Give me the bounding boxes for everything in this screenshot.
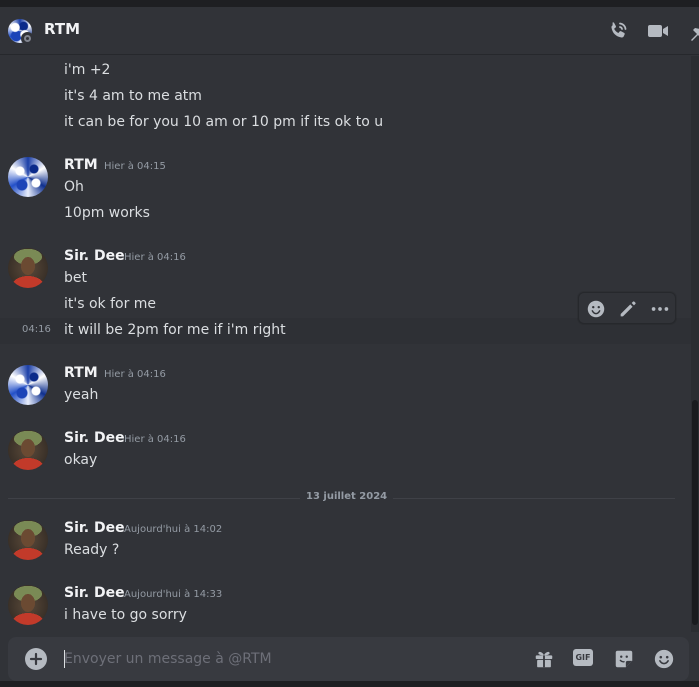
message-composer: GIF (8, 637, 689, 681)
video-icon[interactable] (646, 19, 670, 43)
phone-call-icon[interactable] (606, 19, 630, 43)
add-reaction-icon[interactable] (585, 298, 607, 320)
gif-icon[interactable]: GIF (573, 649, 593, 666)
message-text: okay (64, 452, 98, 468)
avatar[interactable] (8, 585, 48, 625)
message-timestamp: Hier à 04:16 (104, 369, 166, 380)
username[interactable]: RTM (64, 365, 98, 381)
username[interactable]: RTM (64, 157, 98, 173)
avatar[interactable] (8, 157, 48, 197)
username[interactable]: Sir. Dee (64, 520, 125, 536)
header-avatar[interactable] (8, 19, 34, 45)
edit-icon[interactable] (617, 298, 639, 320)
message-text: 10pm works (64, 205, 150, 221)
avatar[interactable] (8, 365, 48, 405)
message-timestamp: Hier à 04:16 (124, 434, 186, 445)
date-divider-label: 13 juillet 2024 (300, 491, 394, 502)
message-toolbar (578, 292, 676, 324)
scrollbar-thumb[interactable] (692, 400, 698, 625)
sticker-icon[interactable] (613, 648, 635, 670)
more-icon[interactable] (649, 298, 671, 320)
message-timestamp: Aujourd'hui à 14:33 (124, 589, 223, 600)
message-input[interactable] (64, 647, 504, 671)
message-text: Ready ? (64, 542, 120, 558)
channel-title[interactable]: RTM (44, 20, 80, 38)
emoji-icon[interactable] (653, 648, 675, 670)
message-timestamp: Hier à 04:16 (124, 252, 186, 263)
avatar[interactable] (8, 430, 48, 470)
message-text: it's 4 am to me atm (64, 88, 202, 104)
message-text: i'm +2 (64, 62, 111, 78)
hover-timestamp: 04:16 (22, 324, 51, 335)
message-timestamp: Hier à 04:15 (104, 161, 166, 172)
avatar[interactable] (8, 248, 48, 288)
message-timestamp: Aujourd'hui à 14:02 (124, 524, 223, 535)
window-bottom-strip (0, 681, 699, 687)
window-top-strip (0, 0, 699, 7)
username[interactable]: Sir. Dee (64, 248, 125, 264)
message-text: bet (64, 270, 87, 286)
message-text: it can be for you 10 am or 10 pm if its … (64, 114, 384, 130)
message-text: i have to go sorry (64, 607, 187, 623)
avatar[interactable] (8, 520, 48, 560)
username[interactable]: Sir. Dee (64, 430, 125, 446)
pin-icon[interactable] (686, 19, 699, 43)
message-text: Oh (64, 179, 84, 195)
add-attachment-icon[interactable] (25, 648, 47, 670)
message-text: it will be 2pm for me if i'm right (64, 322, 286, 338)
offline-status-icon (21, 32, 34, 45)
username[interactable]: Sir. Dee (64, 585, 125, 601)
channel-header: RTM (0, 7, 699, 55)
message-text: it's ok for me (64, 296, 157, 312)
message-text: yeah (64, 387, 99, 403)
gift-icon[interactable] (533, 648, 555, 670)
text-caret (64, 650, 65, 668)
